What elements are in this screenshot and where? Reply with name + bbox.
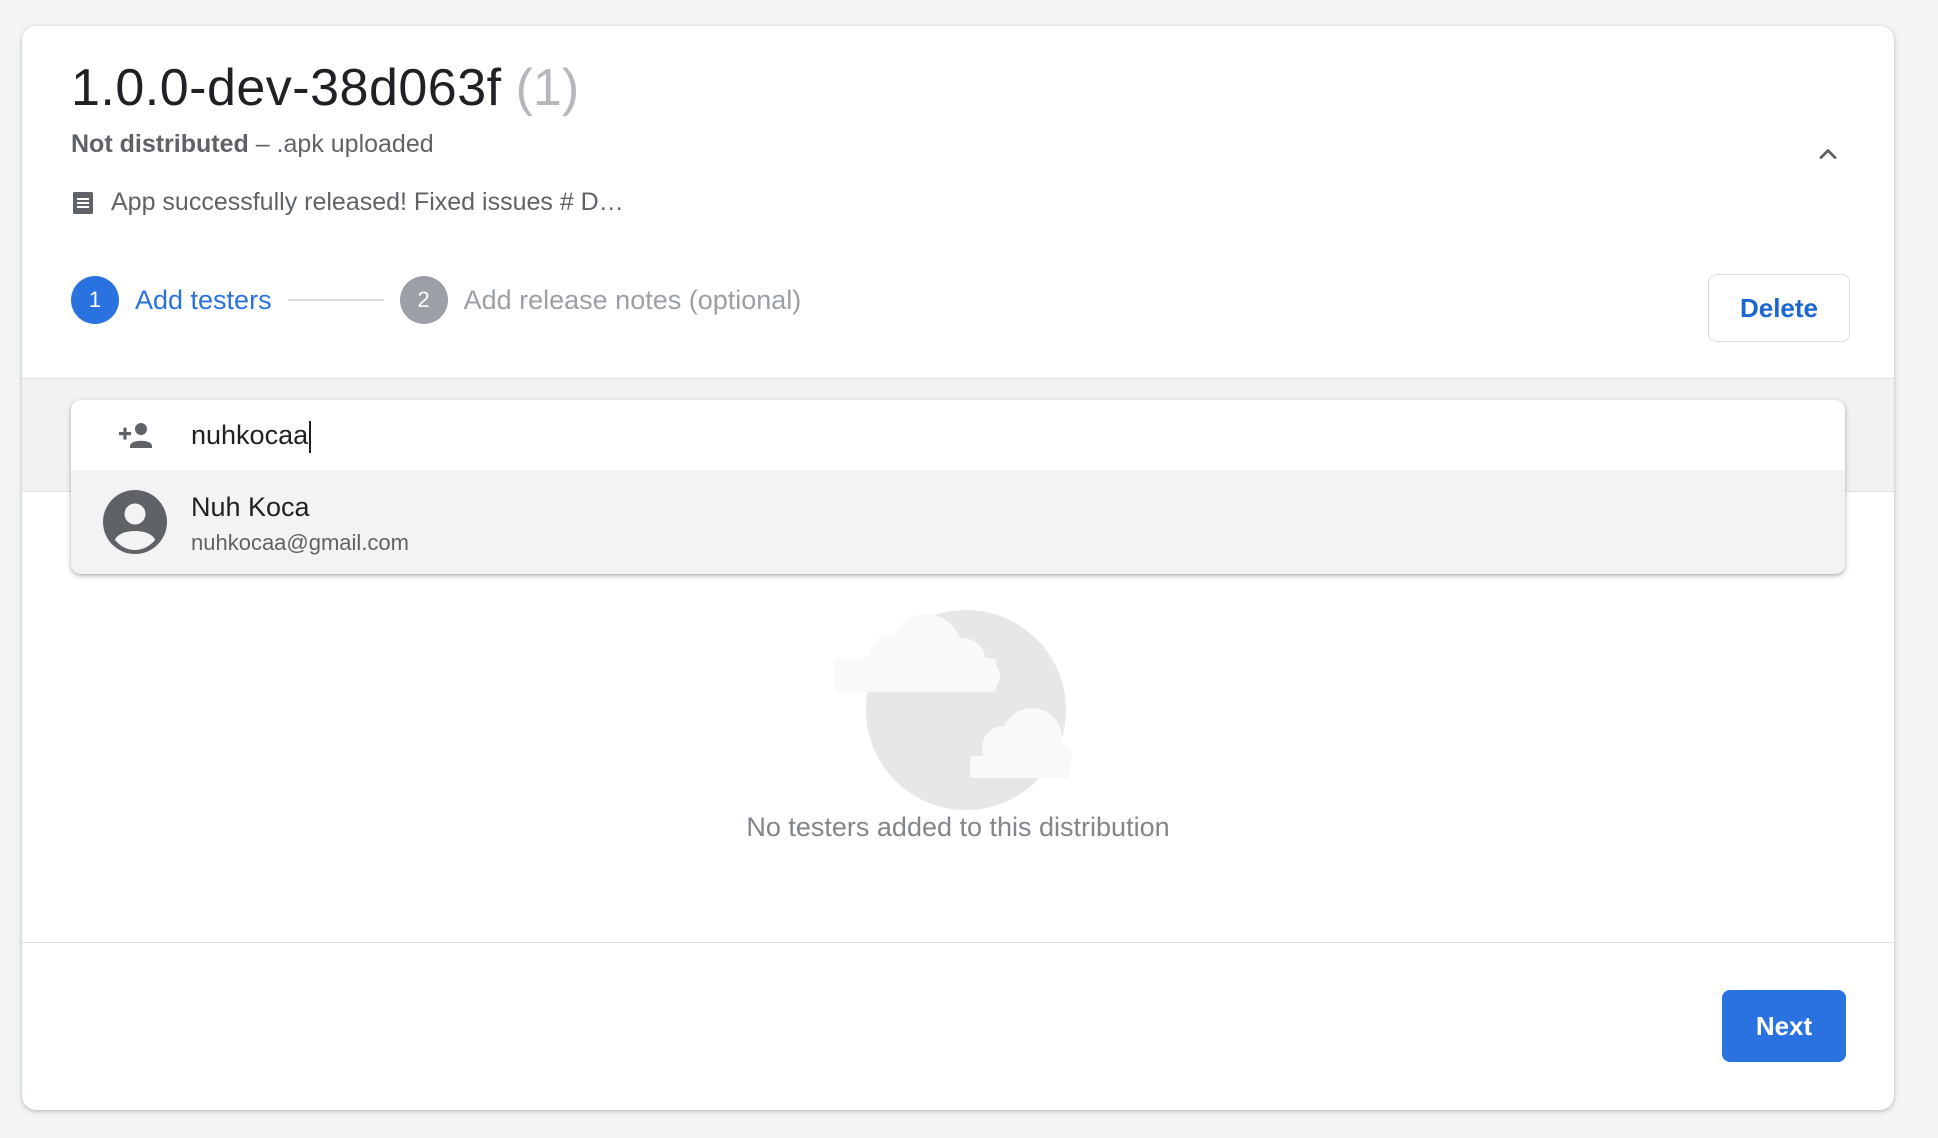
release-card: 1.0.0-dev-38d063f (1) Not distributed – … — [22, 26, 1894, 1110]
step-1-label[interactable]: Add testers — [135, 285, 272, 316]
person-add-icon — [119, 423, 152, 448]
release-status: Not distributed – .apk uploaded — [71, 130, 434, 159]
empty-state-message: No testers added to this distribution — [746, 812, 1170, 842]
suggestion-name: Nuh Koca — [191, 492, 310, 522]
account-circle-icon — [103, 490, 167, 554]
suggestion-email: nuhkocaa@gmail.com — [191, 530, 409, 555]
notes-icon — [73, 191, 93, 214]
next-button[interactable]: Next — [1722, 990, 1846, 1062]
collapse-button[interactable] — [1808, 134, 1848, 174]
status-detail: – .apk uploaded — [248, 130, 434, 158]
notes-text: App successfully released! Fixed issues … — [111, 188, 624, 216]
release-version: 1.0.0-dev-38d063f — [71, 59, 502, 117]
step-2-badge[interactable]: 2 — [399, 276, 448, 324]
step-connector — [287, 299, 384, 301]
delete-button[interactable]: Delete — [1708, 274, 1850, 342]
step-2-label[interactable]: Add release notes (optional) — [464, 285, 802, 316]
stepper: 1 Add testers 2 Add release notes (optio… — [71, 276, 801, 324]
empty-state-illustration — [834, 610, 1072, 810]
release-count: (1) — [515, 59, 580, 117]
text-caret — [309, 420, 312, 453]
release-notes-preview: App successfully released! Fixed issues … — [71, 188, 624, 217]
tester-search-row: nuhkocaa — [71, 400, 1845, 470]
step-1-badge[interactable]: 1 — [71, 276, 119, 324]
release-title: 1.0.0-dev-38d063f (1) — [71, 58, 579, 118]
footer-divider — [22, 942, 1894, 943]
tester-search-input[interactable]: nuhkocaa — [191, 420, 791, 453]
tester-suggestion[interactable]: Nuh Koca nuhkocaa@gmail.com — [71, 470, 1845, 574]
status-label: Not distributed — [71, 130, 249, 158]
chevron-up-icon — [1819, 149, 1837, 159]
tester-autocomplete: nuhkocaa Nuh Koca nuhkocaa@gmail.com — [71, 400, 1845, 574]
